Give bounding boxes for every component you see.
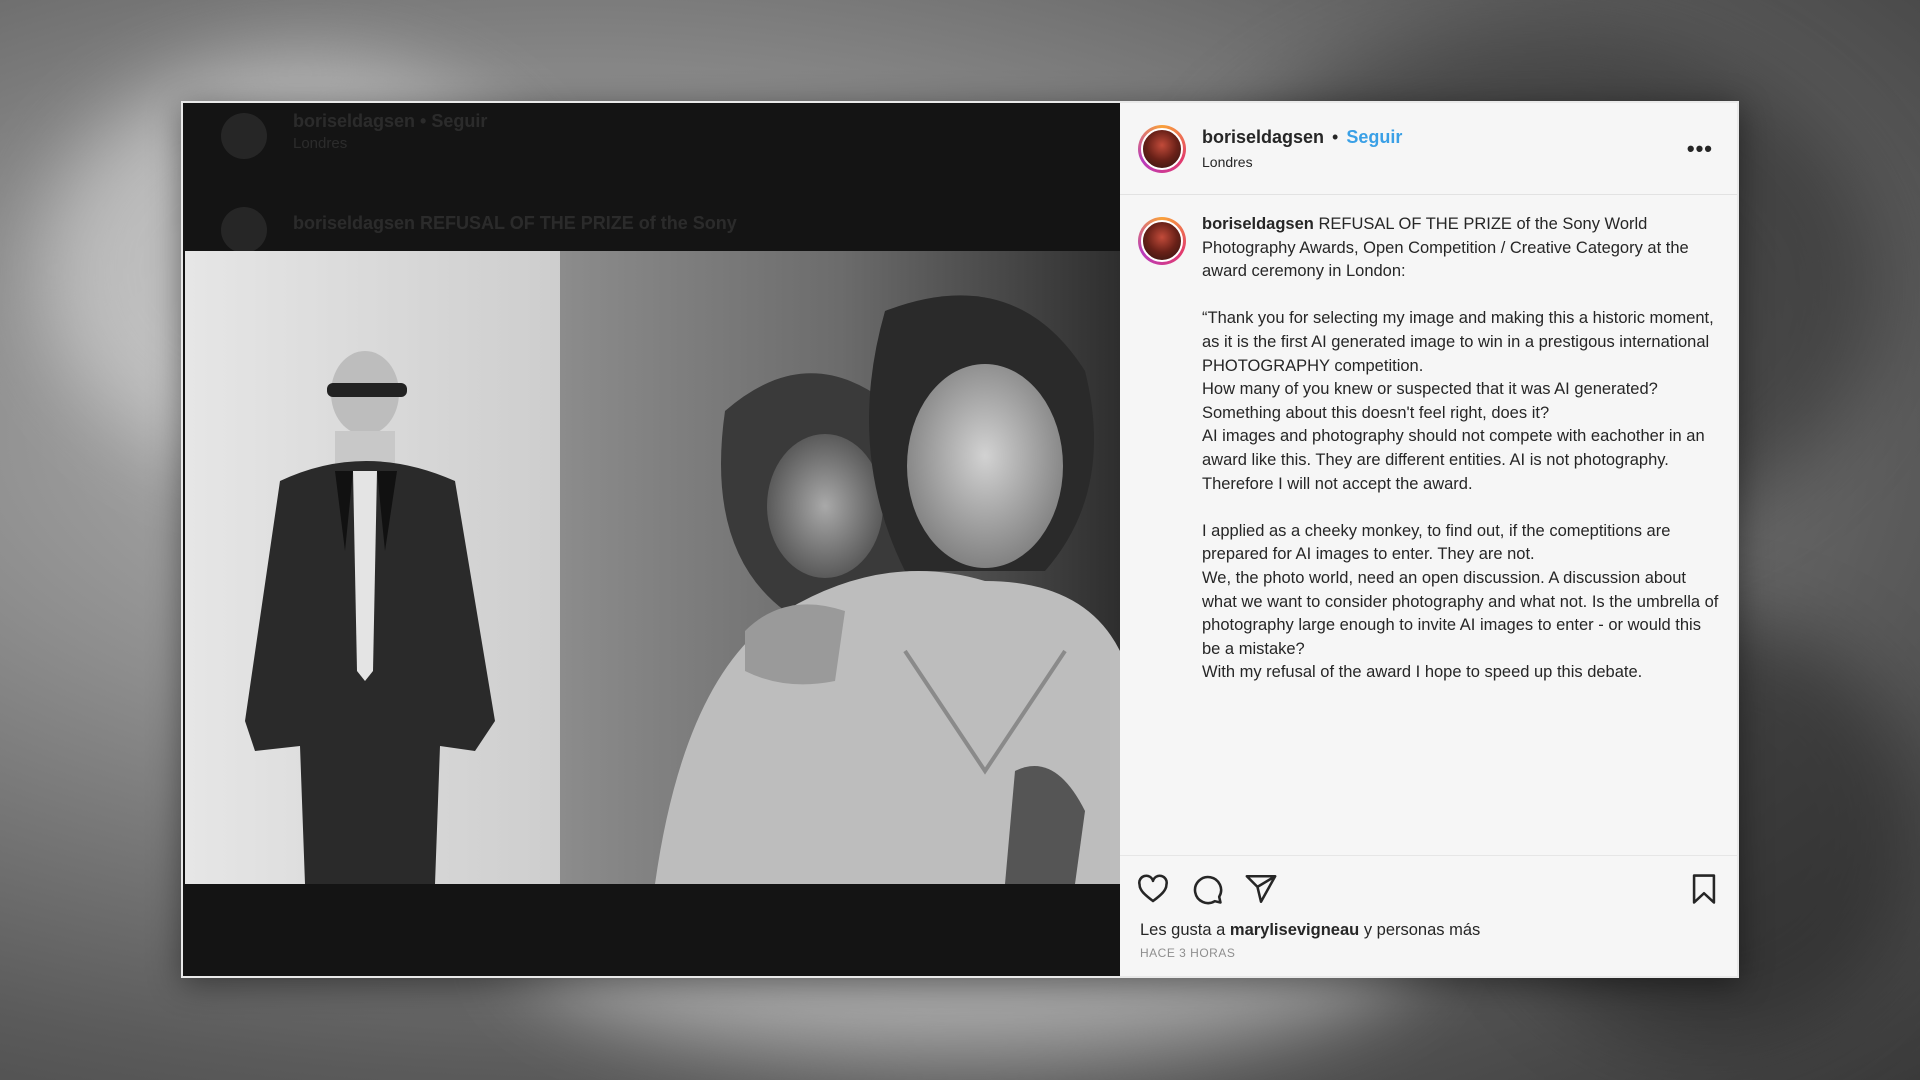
photo-illustration (185, 251, 1120, 884)
caption-section: boriseldagsen REFUSAL OF THE PRIZE of th… (1120, 195, 1737, 855)
ghost-caption: boriseldagsen REFUSAL OF THE PRIZE of th… (293, 213, 737, 233)
share-icon[interactable] (1244, 872, 1278, 906)
post-header: boriseldagsen • Seguir Londres ••• (1120, 103, 1737, 195)
heart-icon[interactable] (1136, 872, 1170, 906)
profile-avatar[interactable] (1138, 124, 1186, 173)
ghost-avatar (221, 113, 267, 159)
likes-user-link[interactable]: marylisevigneau (1230, 921, 1359, 939)
header-text: boriseldagsen • Seguir Londres (1202, 127, 1681, 170)
likes-prefix: Les gusta a (1140, 921, 1230, 939)
action-bar (1120, 855, 1737, 921)
caption-username[interactable]: boriseldagsen (1202, 215, 1314, 233)
ghost-username: boriseldagsen • Seguir (293, 111, 488, 131)
separator-dot: • (1332, 127, 1339, 147)
bookmark-icon[interactable] (1687, 872, 1721, 906)
ghost-location: Londres (293, 135, 348, 152)
post-panel: boriseldagsen • Seguir Londres ••• boris… (1120, 103, 1737, 976)
header-row: boriseldagsen • Seguir (1202, 127, 1681, 148)
more-options-icon[interactable]: ••• (1681, 136, 1719, 162)
follow-button[interactable]: Seguir (1346, 127, 1402, 148)
post-timestamp[interactable]: HACE 3 HORAS (1120, 940, 1737, 976)
likes-line: Les gusta a marylisevigneau y personas m… (1120, 921, 1737, 940)
caption-avatar[interactable] (1138, 217, 1186, 265)
likes-suffix: y personas más (1359, 921, 1481, 939)
post-photo[interactable] (185, 251, 1120, 884)
location-link[interactable]: Londres (1202, 154, 1681, 170)
username-link[interactable]: boriseldagsen (1202, 127, 1324, 148)
comment-icon[interactable] (1190, 872, 1224, 906)
post-caption: boriseldagsen REFUSAL OF THE PRIZE of th… (1202, 213, 1719, 855)
post-media: boriseldagsen • Seguir Londres boriselda… (183, 103, 1120, 976)
caption-text: REFUSAL OF THE PRIZE of the Sony World P… (1202, 215, 1719, 682)
instagram-post-card: boriseldagsen • Seguir Londres boriselda… (181, 101, 1739, 978)
ghost-avatar (221, 207, 267, 253)
